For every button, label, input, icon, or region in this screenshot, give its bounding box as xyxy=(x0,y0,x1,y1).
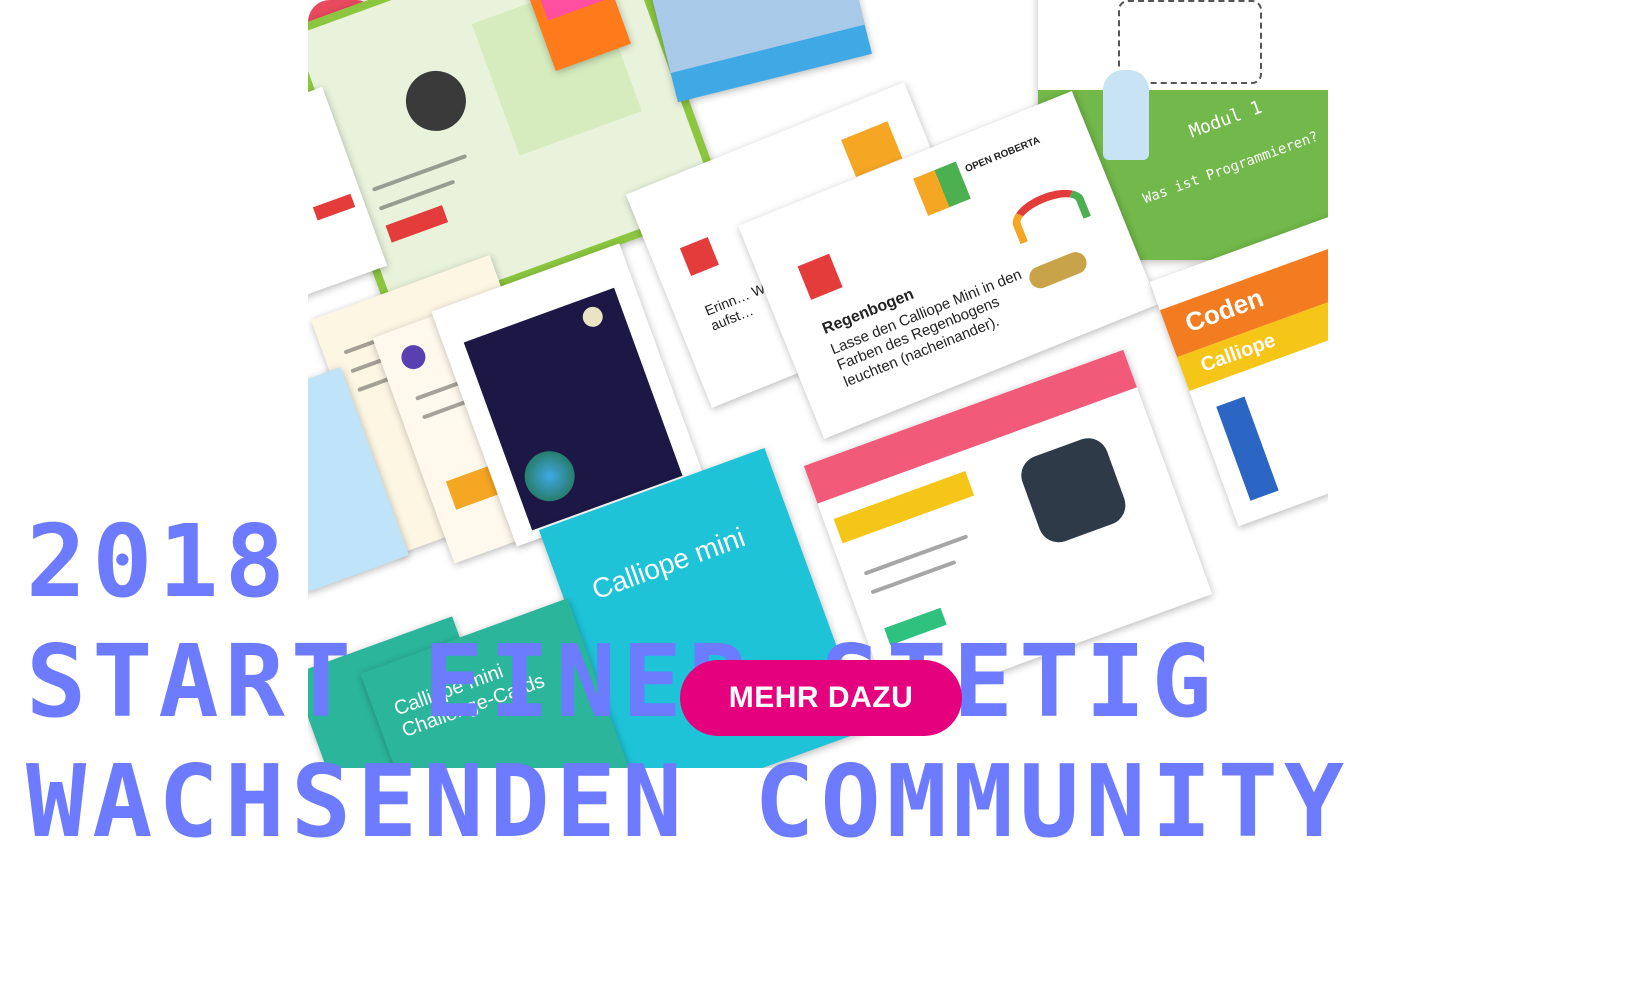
open-roberta-logo-text: OPEN ROBERTA xyxy=(963,134,1042,176)
photo-card-blue xyxy=(644,0,872,103)
mehr-dazu-button[interactable]: MEHR DAZU xyxy=(680,660,962,736)
headline-year: 2018 xyxy=(26,503,291,620)
rainbow-image xyxy=(1006,180,1092,245)
open-roberta-logo xyxy=(913,161,971,216)
hero-headline: 2018 START EINER STETIG WACHSENDEN COMMUNI… xyxy=(26,262,1350,982)
mole-image xyxy=(397,62,475,140)
robot-drawing xyxy=(1118,0,1262,84)
headline-line-3: WACHSENDEN COMMUNITY xyxy=(26,743,1351,860)
modul-card-subtitle: Was ist Programmieren? xyxy=(1140,128,1321,208)
girl-figure xyxy=(1103,70,1149,160)
modul-card-title: Modul 1 xyxy=(1186,96,1265,143)
